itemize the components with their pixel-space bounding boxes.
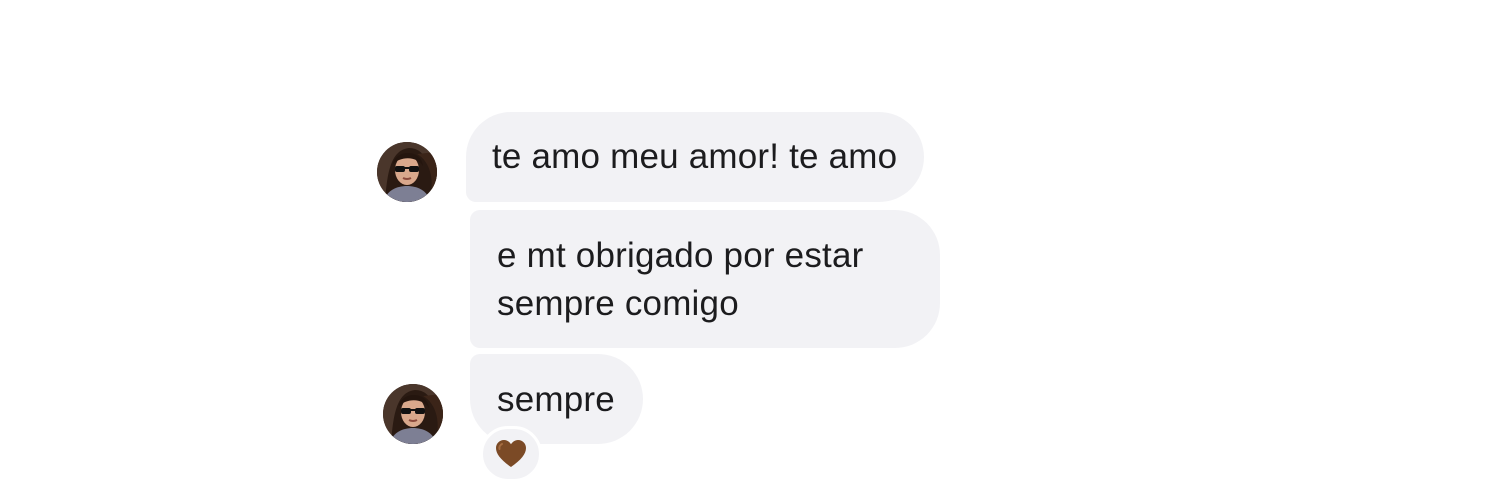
avatar-photo [383, 384, 443, 444]
sender-avatar[interactable] [383, 384, 443, 444]
message-text: e mt obrigado por estar sempre comigo [497, 236, 864, 323]
message-bubble[interactable]: te amo meu amor! te amo [466, 112, 925, 202]
brown-heart-icon [496, 440, 526, 467]
sender-avatar[interactable] [377, 142, 437, 202]
message-text: te amo meu amor! te amo [492, 137, 898, 176]
message-text: sempre [497, 380, 615, 419]
avatar-photo [377, 142, 437, 202]
message-reaction[interactable] [480, 426, 542, 482]
message-thread: te amo meu amor! te amo e mt obrigado po… [0, 0, 1498, 499]
message-bubble[interactable]: e mt obrigado por estar sempre comigo [470, 210, 940, 348]
